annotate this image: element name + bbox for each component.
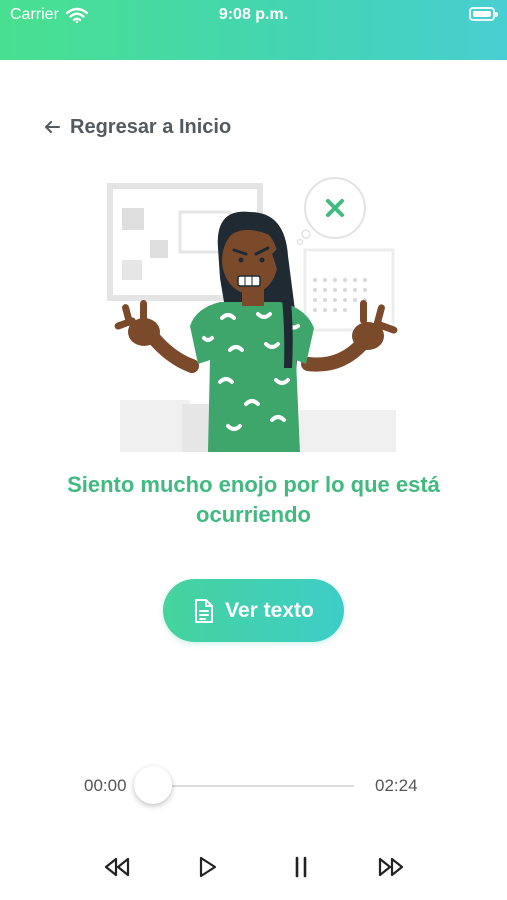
back-to-home-link[interactable]: Regresar a Inicio bbox=[42, 112, 231, 142]
emotion-message: Siento mucho enojo por lo que está ocurr… bbox=[67, 472, 440, 527]
view-text-label: Ver texto bbox=[225, 598, 314, 622]
total-time: 02:24 bbox=[375, 776, 418, 795]
pause-button[interactable] bbox=[284, 852, 318, 882]
view-text-button[interactable]: Ver texto bbox=[163, 579, 344, 642]
play-icon bbox=[199, 856, 217, 878]
back-link-label: Regresar a Inicio bbox=[70, 115, 232, 138]
play-button[interactable] bbox=[190, 852, 224, 882]
status-time: 9:08 p.m. bbox=[218, 6, 289, 23]
fast-forward-button[interactable] bbox=[374, 852, 408, 882]
current-time: 00:00 bbox=[84, 776, 127, 795]
rewind-icon bbox=[104, 857, 130, 877]
progress-track[interactable] bbox=[153, 785, 354, 787]
battery-icon bbox=[469, 7, 498, 21]
back-arrow-icon bbox=[45, 121, 60, 133]
progress-thumb[interactable] bbox=[134, 766, 172, 804]
rewind-button[interactable] bbox=[100, 852, 134, 882]
document-icon bbox=[195, 598, 214, 623]
angry-woman-illustration bbox=[107, 177, 398, 452]
fast-forward-icon bbox=[378, 857, 404, 877]
status-bar: Carrier 9:08 p.m. bbox=[0, 0, 507, 60]
pause-icon bbox=[295, 856, 307, 878]
